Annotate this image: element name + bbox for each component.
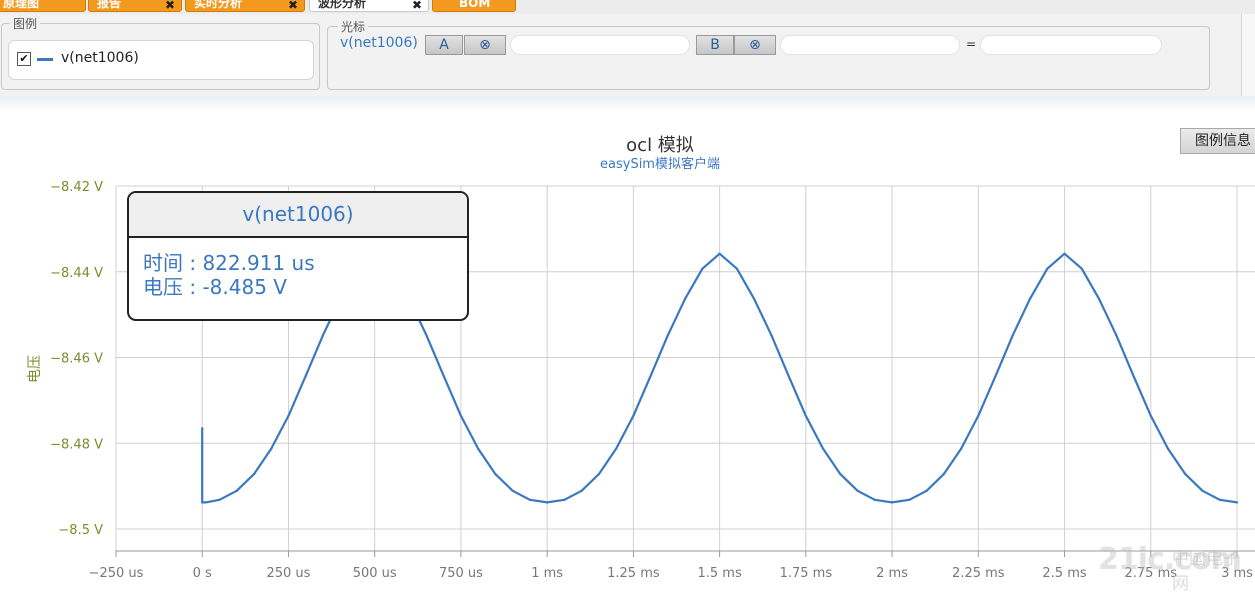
x-tick-label: 2.5 ms	[1042, 566, 1086, 581]
data-point	[511, 489, 514, 492]
data-point	[804, 414, 807, 417]
data-point	[563, 498, 566, 501]
data-point	[684, 297, 687, 300]
y-axis-label: 电压	[27, 355, 43, 383]
data-point	[959, 447, 963, 450]
data-point	[204, 501, 207, 504]
data-point	[925, 489, 928, 492]
y-tick-label: −8.48 V	[50, 437, 103, 452]
x-tick-label: 2 ms	[876, 566, 908, 581]
data-point	[459, 414, 463, 417]
data-point	[1184, 473, 1187, 476]
data-tooltip: v(net1006) 时间 : 822.911 us 电压 : -8.485 V	[127, 191, 469, 321]
data-point	[1201, 489, 1204, 492]
data-point	[942, 473, 945, 476]
data-point	[718, 252, 721, 255]
data-point	[1235, 501, 1239, 504]
y-tick-label: −8.42 V	[50, 180, 103, 195]
data-point	[890, 501, 894, 504]
data-point	[753, 297, 756, 300]
x-tick-label: 750 us	[439, 566, 483, 581]
data-point	[201, 501, 204, 504]
data-point	[304, 374, 307, 378]
data-point	[666, 334, 669, 337]
y-tick-label: −8.5 V	[58, 523, 103, 538]
data-point	[787, 374, 790, 378]
data-point	[649, 374, 652, 378]
data-point	[1011, 334, 1014, 337]
x-tick-label: 0 s	[193, 566, 212, 581]
data-point	[1132, 374, 1135, 378]
data-point	[701, 267, 704, 270]
x-tick-label: 250 us	[266, 566, 310, 581]
data-point	[546, 501, 549, 504]
y-tick-label: −8.46 V	[50, 352, 103, 367]
data-point	[977, 414, 980, 417]
data-point	[528, 498, 532, 501]
x-tick-label: −250 us	[89, 566, 144, 581]
data-point	[1218, 498, 1221, 501]
data-point	[218, 498, 221, 501]
watermark-cn-text: 中国电子网	[1172, 549, 1240, 594]
data-point	[1097, 297, 1101, 300]
x-tick-label: 1.5 ms	[697, 566, 741, 581]
data-point	[770, 334, 773, 337]
data-point	[321, 334, 325, 337]
data-point	[287, 414, 290, 417]
tooltip-voltage: 电压 : -8.485 V	[143, 275, 287, 299]
y-tick-label: −8.44 V	[50, 266, 103, 281]
x-tick-label: 1.25 ms	[607, 566, 660, 581]
x-tick-label: 1.75 ms	[780, 566, 833, 581]
data-point	[580, 489, 583, 492]
data-point	[252, 473, 256, 476]
data-point	[442, 374, 445, 378]
data-point	[270, 447, 273, 450]
data-point	[615, 447, 618, 450]
data-point	[201, 427, 204, 430]
data-point	[1166, 447, 1170, 450]
data-point	[425, 334, 428, 337]
data-point	[908, 498, 911, 501]
data-point	[1115, 334, 1118, 337]
data-point	[494, 473, 497, 476]
data-point	[235, 489, 238, 492]
data-point	[1149, 414, 1152, 417]
data-point	[477, 447, 480, 450]
x-tick-label: 1 ms	[531, 566, 563, 581]
data-point	[597, 473, 600, 476]
data-point	[1028, 297, 1032, 300]
data-point	[1046, 267, 1049, 270]
data-point	[856, 489, 859, 492]
data-point	[1063, 252, 1066, 255]
data-point	[735, 267, 738, 270]
x-tick-label: 2.25 ms	[952, 566, 1005, 581]
tooltip-series: v(net1006)	[129, 193, 467, 238]
data-point	[994, 374, 997, 378]
data-point	[632, 414, 635, 417]
x-tick-label: 500 us	[353, 566, 397, 581]
data-point	[821, 447, 825, 450]
data-point	[873, 498, 876, 501]
data-point	[1080, 267, 1083, 270]
data-point	[839, 473, 842, 476]
